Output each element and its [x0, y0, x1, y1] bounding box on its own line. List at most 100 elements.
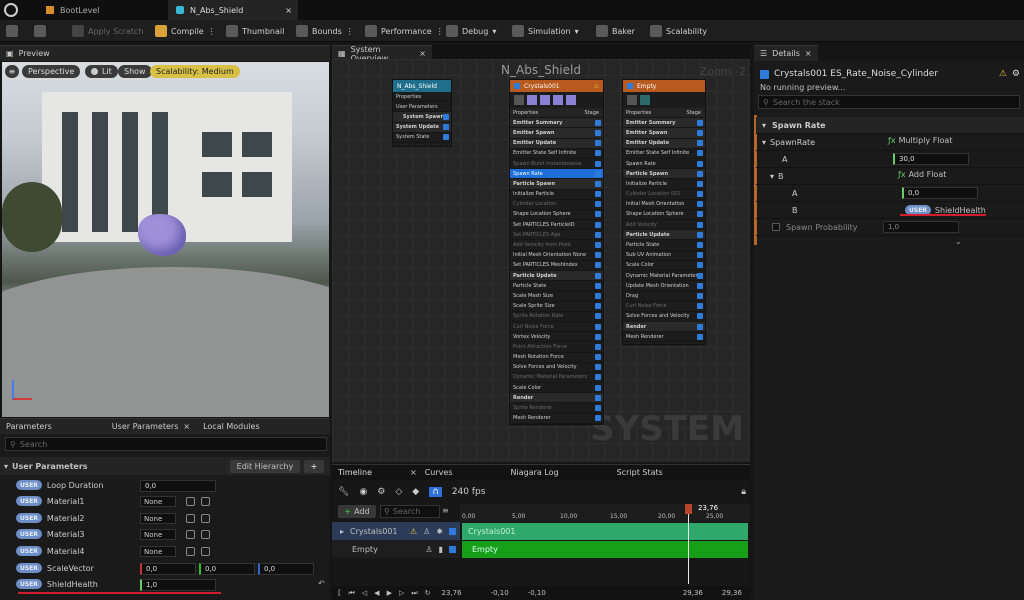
- range-start-a[interactable]: -0,10: [491, 589, 509, 597]
- node-module-row[interactable]: Scale Mesh Size: [510, 291, 603, 302]
- node-row[interactable]: System Spawn: [393, 112, 451, 123]
- checkbox-icon[interactable]: [697, 242, 703, 249]
- node-section-row[interactable]: Emitter Summary: [623, 118, 705, 129]
- close-icon[interactable]: ×: [805, 49, 812, 58]
- node-section-row[interactable]: Particle Update: [510, 271, 603, 282]
- expand-icon[interactable]: ▸: [340, 527, 344, 536]
- node-module-row[interactable]: Add Velocity: [623, 220, 705, 231]
- checkbox-icon[interactable]: [760, 69, 769, 79]
- node-module-row[interactable]: Add Velocity from Point: [510, 240, 603, 251]
- node-module-row[interactable]: Curl Noise Force: [623, 302, 705, 312]
- scalability-button[interactable]: Scalability: [650, 20, 707, 42]
- fps-select[interactable]: 240 fps: [452, 487, 486, 497]
- checkbox-icon[interactable]: [697, 231, 703, 238]
- node-row[interactable]: Properties Stage: [623, 108, 705, 119]
- checkbox-icon[interactable]: [595, 374, 601, 381]
- node-module-row[interactable]: Initial Mesh Orientation None: [510, 251, 603, 261]
- step-back-icon[interactable]: ◁: [362, 589, 367, 597]
- node-module-row[interactable]: Dynamic Material Parameters: [510, 373, 603, 384]
- loop-duration-field[interactable]: 0,0: [140, 480, 216, 492]
- skip-start-icon[interactable]: ⏮: [348, 589, 354, 598]
- browse-asset-icon[interactable]: [201, 530, 210, 539]
- playhead-handle[interactable]: [684, 504, 692, 514]
- wrench-icon[interactable]: 🔧︎: [338, 487, 349, 497]
- checkbox-icon[interactable]: [697, 272, 703, 279]
- node-module-row[interactable]: Set PARTICLES ParticleID: [510, 220, 603, 231]
- node-module-row[interactable]: Scale Sprite Size: [510, 302, 603, 312]
- track-crystals[interactable]: ▸ Crystals001 ⚠ ♙ ✸: [332, 522, 460, 540]
- checkbox-icon[interactable]: [595, 282, 601, 289]
- lock-icon[interactable]: 🔒︎: [741, 487, 746, 497]
- checkbox-icon[interactable]: [697, 140, 703, 147]
- system-overview-graph[interactable]: N_Abs_Shield Zoom -2 SYSTEM N_Abs_Shield…: [332, 59, 750, 462]
- preview-viewport[interactable]: ≡ Perspective Lit Show Scalability: Medi…: [2, 62, 329, 417]
- empty-track-bar[interactable]: Empty: [462, 541, 748, 558]
- checkbox-icon[interactable]: [697, 150, 703, 157]
- node-module-row[interactable]: Sub UV Animation: [623, 251, 705, 261]
- checkbox-icon[interactable]: [595, 262, 601, 269]
- node-module-row[interactable]: Shape Location Sphere: [623, 210, 705, 221]
- tab-script-stats[interactable]: Script Stats: [617, 468, 663, 477]
- checkbox-icon[interactable]: [595, 292, 601, 299]
- time-ruler[interactable]: 0,00 5,00 10,00 15,00 20,00 25,00 23,76: [460, 504, 750, 522]
- browse-asset-icon[interactable]: [201, 547, 210, 556]
- checkbox-icon[interactable]: [595, 354, 601, 361]
- node-section-row[interactable]: Emitter Update: [623, 138, 705, 149]
- a-value-field[interactable]: 30,0: [893, 153, 969, 165]
- tab-niagara[interactable]: N_Abs_Shield ×: [168, 0, 298, 20]
- checkbox-icon[interactable]: [595, 150, 601, 157]
- save-button[interactable]: [6, 20, 18, 42]
- magnet-icon[interactable]: ∩: [429, 487, 442, 497]
- material-icon[interactable]: ▮: [439, 545, 443, 554]
- checkbox-icon[interactable]: [595, 384, 601, 391]
- add-track-button[interactable]: + Add: [338, 505, 376, 518]
- timeline-search-input[interactable]: ⚲ Search: [380, 505, 440, 518]
- thumbnail-button[interactable]: Thumbnail: [226, 20, 284, 42]
- current-time-field[interactable]: 23,76: [442, 589, 462, 597]
- checkbox-icon[interactable]: [595, 221, 601, 228]
- details-tab[interactable]: ☰ Details ×: [754, 45, 818, 61]
- checkbox-icon[interactable]: [595, 364, 601, 371]
- node-row[interactable]: User Parameters: [393, 102, 451, 113]
- enable-checkbox[interactable]: [627, 83, 633, 89]
- checkbox-icon[interactable]: [697, 119, 703, 126]
- checkbox-icon[interactable]: [595, 343, 601, 350]
- playhead[interactable]: [684, 504, 692, 584]
- close-icon[interactable]: ×: [410, 468, 417, 477]
- key-icon[interactable]: ◆: [412, 487, 419, 497]
- gear-icon[interactable]: ⚙: [1012, 69, 1020, 79]
- use-selected-icon[interactable]: [186, 530, 195, 539]
- checkbox-icon[interactable]: [595, 160, 601, 167]
- isolate-icon[interactable]: ♙: [423, 527, 430, 536]
- checkbox-icon[interactable]: [443, 113, 449, 120]
- checkbox-icon[interactable]: [449, 545, 456, 553]
- node-module-row[interactable]: Spawn Rate: [623, 159, 705, 170]
- node-module-row[interactable]: Dynamic Material Parameters: [623, 271, 705, 282]
- node-section-row[interactable]: Emitter Update: [510, 138, 603, 149]
- filter-icon[interactable]: ≡: [442, 506, 449, 515]
- close-icon[interactable]: ×: [183, 422, 190, 431]
- step-forward-icon[interactable]: ▷: [399, 589, 404, 597]
- checkbox-icon[interactable]: [697, 180, 703, 187]
- debug-button[interactable]: Debug ▾: [446, 20, 496, 42]
- checkbox-icon[interactable]: [697, 333, 703, 340]
- apply-scratch-button[interactable]: Apply Scratch: [72, 20, 143, 42]
- checkbox-icon[interactable]: [595, 180, 601, 187]
- show-button[interactable]: Show: [118, 65, 152, 78]
- checkbox-icon[interactable]: [697, 170, 703, 177]
- node-module-row[interactable]: Point Attraction Force: [510, 342, 603, 353]
- checkbox-icon[interactable]: [595, 303, 601, 310]
- node-section-row[interactable]: Particle Spawn: [623, 169, 705, 180]
- loop-icon[interactable]: ↻: [425, 589, 431, 597]
- playback-range-icon[interactable]: ⟦: [338, 589, 341, 597]
- node-section-row[interactable]: Emitter Spawn: [510, 128, 603, 139]
- eye-icon[interactable]: ◉: [359, 487, 367, 497]
- checkbox-icon[interactable]: [595, 119, 601, 126]
- checkbox-icon[interactable]: [595, 252, 601, 259]
- checkbox-icon[interactable]: [697, 313, 703, 320]
- checkbox-icon[interactable]: [595, 394, 601, 401]
- compile-button[interactable]: Compile ⋮: [155, 20, 216, 42]
- node-module-row[interactable]: Emitter State Self Infinite: [623, 149, 705, 159]
- checkbox-icon[interactable]: [697, 201, 703, 208]
- checkbox-icon[interactable]: [595, 323, 601, 330]
